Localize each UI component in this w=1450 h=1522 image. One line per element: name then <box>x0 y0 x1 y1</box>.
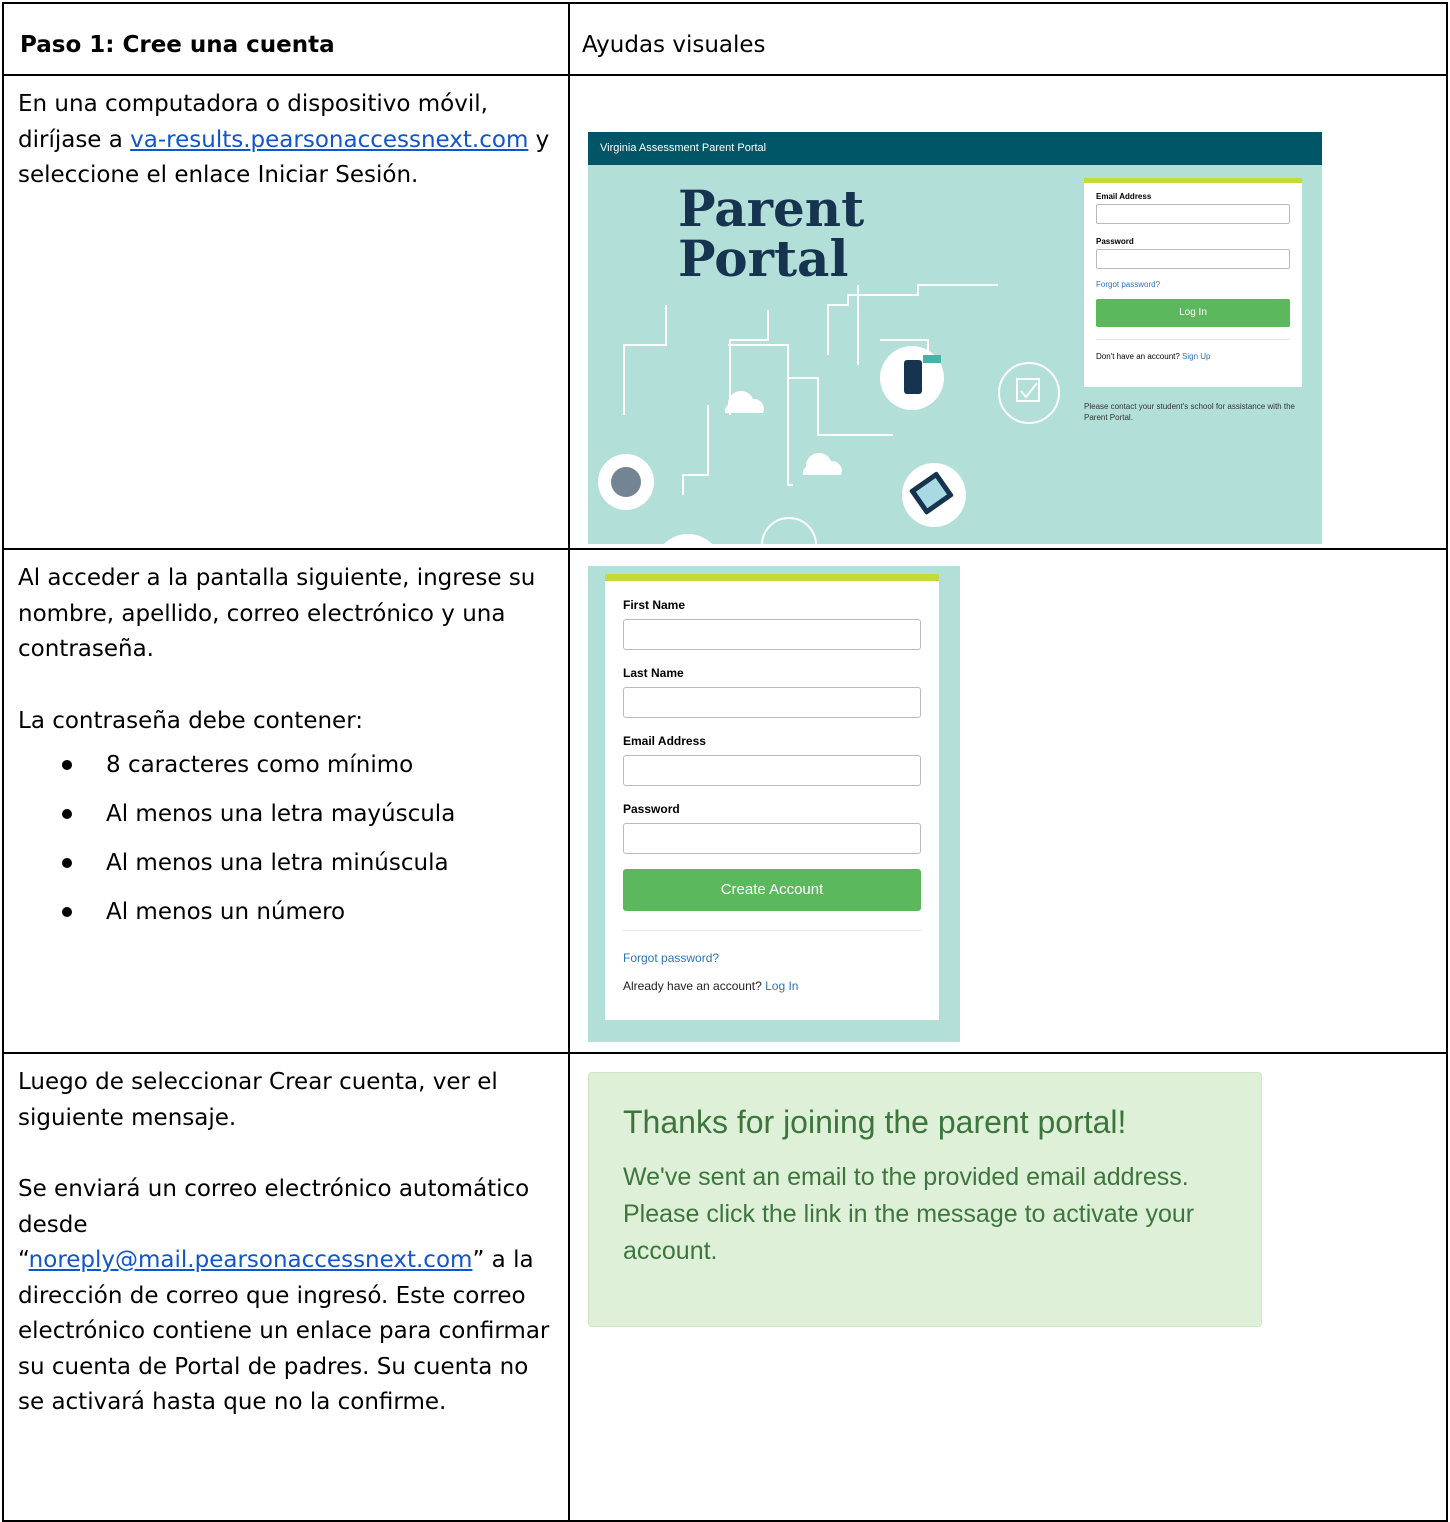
forgot-password-link[interactable]: Forgot password? <box>1096 280 1290 289</box>
list-item: Al menos un número <box>62 888 554 937</box>
step-text-2: Al acceder a la pantalla siguiente, ingr… <box>4 550 568 937</box>
instructions-table: Paso 1: Cree una cuenta Ayudas visuales … <box>2 2 1448 1522</box>
success-message: We've sent an email to the provided emai… <box>623 1163 1195 1265</box>
email-label: Email Address <box>1096 192 1152 201</box>
password-field[interactable] <box>623 823 921 854</box>
step-text-3: Luego de seleccionar Crear cuenta, ver e… <box>4 1054 568 1421</box>
email-label: Email Address <box>623 734 706 748</box>
step-title: Paso 1: Cree una cuenta <box>20 32 335 58</box>
visual-cell-2: First Name Last Name Email Address Passw… <box>568 548 1448 1054</box>
log-in-button[interactable]: Log In <box>1096 299 1290 327</box>
success-title: Thanks for joining the parent portal! <box>623 1104 1127 1140</box>
step-text-cell-1: En una computadora o dispositivo móvil, … <box>2 74 570 550</box>
parent-portal-heading: Parent Portal <box>678 179 865 288</box>
password-requirements-list: 8 caracteres como mínimo Al menos una le… <box>18 741 554 937</box>
email-field[interactable] <box>1096 204 1290 224</box>
header-visual-cell: Ayudas visuales <box>568 2 1448 76</box>
header-step-cell: Paso 1: Cree una cuenta <box>2 2 570 76</box>
forgot-password-link[interactable]: Forgot password? <box>623 951 921 965</box>
step-text-cell-2: Al acceder a la pantalla siguiente, ingr… <box>2 548 570 1054</box>
list-item: Al menos una letra mayúscula <box>62 790 554 839</box>
last-name-label: Last Name <box>623 666 684 680</box>
visual-cell-1: Virginia Assessment Parent Portal Parent… <box>568 74 1448 550</box>
password-label: Password <box>623 802 680 816</box>
step3-intro: Luego de seleccionar Crear cuenta, ver e… <box>18 1069 498 1131</box>
password-field[interactable] <box>1096 249 1290 269</box>
email-field[interactable] <box>623 755 921 786</box>
last-name-field[interactable] <box>623 687 921 718</box>
sign-up-link[interactable]: Sign Up <box>1182 352 1210 361</box>
step-text-cell-3: Luego de seleccionar Crear cuenta, ver e… <box>2 1052 570 1522</box>
help-text: Please contact your student's school for… <box>1084 402 1295 422</box>
create-account-button[interactable]: Create Account <box>623 869 921 911</box>
portal-url-link[interactable]: va-results.pearsonaccessnext.com <box>130 127 528 153</box>
first-name-label: First Name <box>623 598 686 612</box>
step3-email-note: Se enviará un correo electrónico automát… <box>18 1176 550 1415</box>
portal-top-bar: Virginia Assessment Parent Portal <box>588 132 1322 165</box>
signup-card: First Name Last Name Email Address Passw… <box>605 574 939 1020</box>
password-requirements-title: La contraseña debe contener: <box>18 707 363 734</box>
divider <box>623 930 921 931</box>
login-page-screenshot: Virginia Assessment Parent Portal Parent… <box>588 132 1322 544</box>
first-name-field[interactable] <box>623 619 921 650</box>
step-text-1: En una computadora o dispositivo móvil, … <box>4 76 568 194</box>
list-item: Al menos una letra minúscula <box>62 839 554 888</box>
log-in-link[interactable]: Log In <box>765 979 798 993</box>
divider <box>1096 339 1290 340</box>
visual-aids-title: Ayudas visuales <box>582 32 766 58</box>
signup-form-screenshot: First Name Last Name Email Address Passw… <box>588 566 960 1042</box>
list-item: 8 caracteres como mínimo <box>62 741 554 790</box>
noreply-email-link[interactable]: noreply@mail.pearsonaccessnext.com <box>29 1247 473 1273</box>
success-message-screenshot: Thanks for joining the parent portal! We… <box>588 1072 1262 1327</box>
visual-cell-3: Thanks for joining the parent portal! We… <box>568 1052 1448 1522</box>
have-account-text: Already have an account? Log In <box>623 979 799 993</box>
login-card: Email Address Password Forgot password? … <box>1084 178 1302 387</box>
step2-intro: Al acceder a la pantalla siguiente, ingr… <box>18 565 536 662</box>
password-label: Password <box>1096 237 1134 246</box>
no-account-text: Don't have an account? <box>1096 352 1183 361</box>
